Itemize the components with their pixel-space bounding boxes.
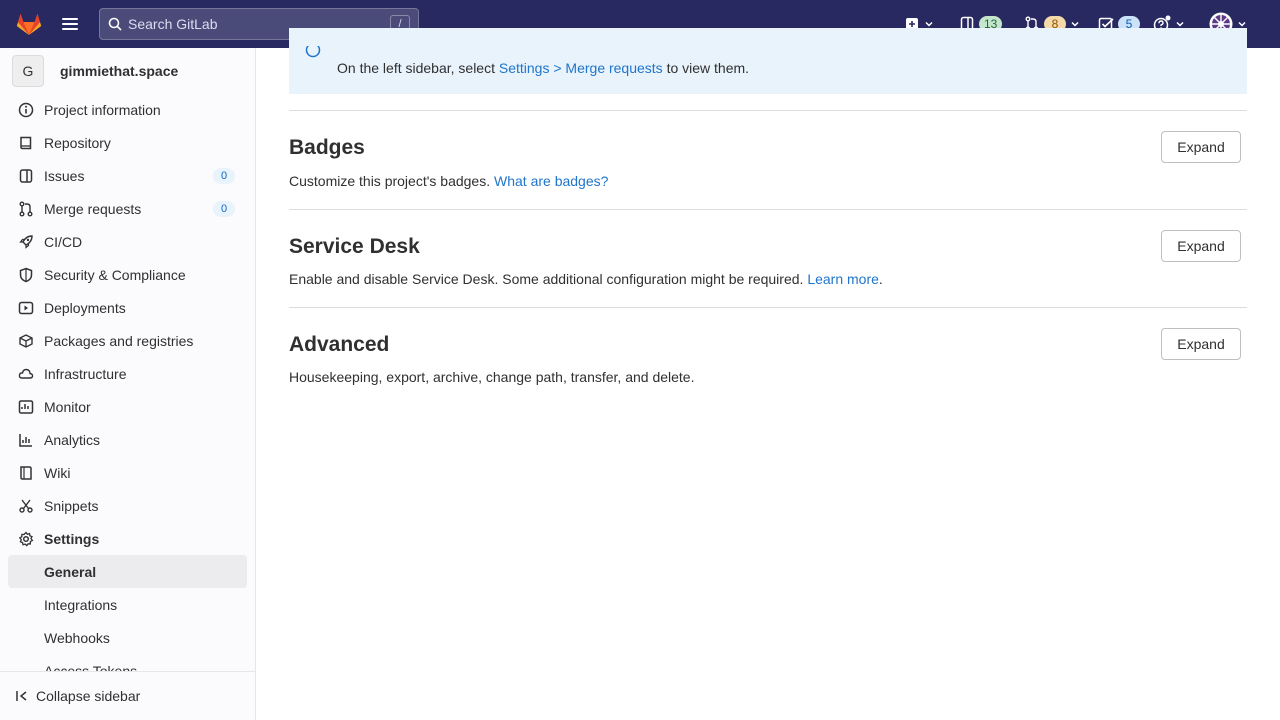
sidebar-item-packages-registries[interactable]: Packages and registries	[8, 324, 247, 357]
rocket-icon	[18, 234, 34, 250]
alert-body: On the left sidebar, select Settings > M…	[337, 60, 749, 76]
sidebar-item-repository[interactable]: Repository	[8, 126, 247, 159]
shield-icon	[18, 267, 34, 283]
sidebar-item-monitor[interactable]: Monitor	[8, 390, 247, 423]
advanced-expand-button[interactable]: Expand	[1161, 328, 1241, 360]
sidebar-subitem-webhooks[interactable]: Webhooks	[8, 621, 247, 654]
service-desk-section-title: Service Desk	[289, 235, 420, 258]
info-icon	[305, 46, 321, 58]
sidebar-item-analytics[interactable]: Analytics	[8, 423, 247, 456]
sidebar-item-deployments[interactable]: Deployments	[8, 291, 247, 324]
book-icon	[18, 135, 34, 151]
project-name: gimmiethat.space	[60, 63, 179, 79]
sidebar-item-label: Packages and registries	[44, 332, 194, 349]
wiki-icon	[18, 465, 34, 481]
sidebar-item-wiki[interactable]: Wiki	[8, 456, 247, 489]
search-icon	[108, 17, 122, 31]
settings-merge-requests-link[interactable]: Settings > Merge requests	[499, 60, 663, 76]
sidebar-subitem-general[interactable]: General	[8, 555, 247, 588]
sidebar-item-label: Security & Compliance	[44, 266, 186, 283]
section-divider	[289, 110, 1247, 111]
sidebar-item-label: Monitor	[44, 398, 91, 415]
collapse-sidebar-label: Collapse sidebar	[36, 688, 141, 704]
project-avatar: G	[12, 55, 44, 87]
service-desk-desc-text: Enable and disable Service Desk. Some ad…	[289, 271, 808, 287]
section-divider	[289, 209, 1247, 210]
section-divider	[289, 307, 1247, 308]
sidebar-subitem-integrations[interactable]: Integrations	[8, 588, 247, 621]
package-icon	[18, 333, 34, 349]
badges-section-title: Badges	[289, 136, 365, 159]
alert-body-suffix: to view them.	[662, 60, 750, 76]
main-content: On the left sidebar, select Settings > M…	[256, 28, 1280, 720]
badges-expand-button[interactable]: Expand	[1161, 131, 1241, 163]
learn-more-link[interactable]: Learn more	[807, 271, 879, 287]
sidebar-item-project-information[interactable]: Project information	[8, 93, 247, 126]
service-desk-section-description: Enable and disable Service Desk. Some ad…	[289, 271, 883, 287]
sidebar-subitem-label: Webhooks	[44, 629, 110, 646]
sidebar-item-label: Deployments	[44, 299, 126, 316]
sidebar-subitem-label: General	[44, 563, 97, 580]
advanced-section-title: Advanced	[289, 333, 390, 356]
snippet-icon	[18, 498, 34, 514]
sidebar-item-snippets[interactable]: Snippets	[8, 489, 247, 522]
project-header[interactable]: G gimmiethat.space	[12, 55, 178, 87]
sidebar-item-label: Project information	[44, 101, 161, 118]
cloud-icon	[18, 366, 34, 382]
sidebar-item-issues[interactable]: Issues 0	[8, 159, 247, 192]
sidebar-item-label: Settings	[44, 530, 100, 547]
deployments-icon	[18, 300, 34, 316]
issues-icon	[18, 168, 34, 184]
sidebar-item-label: Infrastructure	[44, 365, 127, 382]
service-desk-desc-suffix: .	[878, 271, 883, 287]
collapse-sidebar-button[interactable]: Collapse sidebar	[0, 671, 255, 720]
what-are-badges-link[interactable]: What are badges?	[494, 173, 608, 189]
merge-requests-count-badge: 0	[213, 201, 235, 217]
sidebar-item-label: Snippets	[44, 497, 99, 514]
info-alert: On the left sidebar, select Settings > M…	[289, 28, 1247, 94]
issues-count-badge: 0	[213, 168, 235, 184]
monitor-icon	[18, 399, 34, 415]
sidebar-item-label: Wiki	[44, 464, 71, 481]
merge-request-icon	[18, 201, 34, 217]
sidebar-item-label: CI/CD	[44, 233, 83, 250]
menu-icon[interactable]	[62, 15, 82, 33]
sidebar-item-settings[interactable]: Settings	[8, 522, 247, 555]
chart-icon	[18, 432, 34, 448]
info-icon	[18, 102, 34, 118]
sidebar-item-label: Analytics	[44, 431, 101, 448]
sidebar-item-infrastructure[interactable]: Infrastructure	[8, 357, 247, 390]
gear-icon	[18, 530, 34, 547]
collapse-icon	[16, 691, 27, 701]
sidebar-subitem-label: Integrations	[44, 596, 118, 613]
sidebar-item-cicd[interactable]: CI/CD	[8, 225, 247, 258]
badges-section-description: Customize this project's badges. What ar…	[289, 173, 608, 189]
sidebar-item-label: Merge requests	[44, 200, 142, 217]
sidebar-item-merge-requests[interactable]: Merge requests 0	[8, 192, 247, 225]
service-desk-expand-button[interactable]: Expand	[1161, 230, 1241, 262]
sidebar-item-security-compliance[interactable]: Security & Compliance	[8, 258, 247, 291]
gitlab-logo-icon[interactable]	[16, 12, 42, 36]
advanced-section-description: Housekeeping, export, archive, change pa…	[289, 369, 695, 385]
sidebar-item-label: Issues	[44, 167, 85, 184]
sidebar-nav: Project information Repository Issues 0 …	[8, 93, 247, 687]
alert-body-prefix: On the left sidebar, select	[337, 60, 499, 76]
sidebar: G gimmiethat.space Project information R…	[0, 48, 256, 720]
badges-desc-text: Customize this project's badges.	[289, 173, 494, 189]
sidebar-item-label: Repository	[44, 134, 111, 151]
